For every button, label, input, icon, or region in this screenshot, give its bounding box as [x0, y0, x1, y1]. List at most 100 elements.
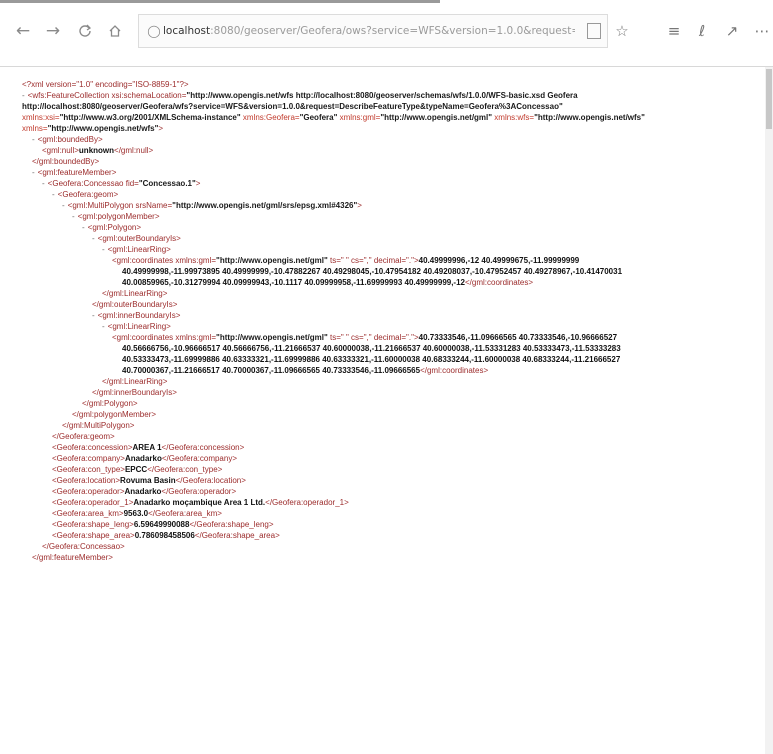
xml-line: <gml:coordinates xmlns:gml="http://www.o…	[22, 332, 752, 343]
collapse-toggle[interactable]: -	[62, 201, 65, 210]
favorites-bar-icon[interactable]: ≡	[664, 20, 684, 42]
xml-tag: >	[195, 179, 201, 188]
xml-tag: xmlns:wfs=	[492, 113, 535, 122]
xml-line: - <gml:featureMember>	[22, 167, 752, 178]
xml-text-value: 40.56666756,-10.96666517 40.56666756,-11…	[122, 344, 621, 353]
back-icon[interactable]: ←	[12, 20, 34, 42]
xml-line: - <gml:boundedBy>	[22, 134, 752, 145]
xml-text-value: 40.53333473,-11.69999886 40.63333321,-11…	[122, 355, 621, 364]
xml-line: - <Geofera:geom>	[22, 189, 752, 200]
xml-tag: <gml:LinearRing>	[107, 245, 171, 254]
xml-tag: <Geofera:shape_area>	[52, 531, 135, 540]
xml-attribute-value: "http://www.opengis.net/gml/srs/epsg.xml…	[172, 201, 358, 210]
xml-text-value: 40.70000367,-11.21666517 40.70000367,-11…	[122, 366, 421, 375]
tab-strip-edge	[0, 0, 440, 3]
collapse-toggle[interactable]: -	[22, 91, 25, 100]
xml-tag: xmlns:gml=	[337, 113, 381, 122]
collapse-toggle[interactable]: -	[32, 168, 35, 177]
collapse-toggle[interactable]: -	[42, 179, 45, 188]
xml-tag: <gml:outerBoundaryIs>	[97, 234, 181, 243]
xml-line: </gml:Polygon>	[22, 398, 752, 409]
xml-tag: </gml:polygonMember>	[72, 410, 157, 419]
xml-line: - <gml:Polygon>	[22, 222, 752, 233]
xml-tag: <Geofera:con_type>	[52, 465, 125, 474]
xml-tag: ts=" " cs="," decimal=".">	[327, 333, 419, 342]
more-icon[interactable]: ⋯	[752, 20, 772, 42]
url-text: localhost:8080/geoserver/Geofera/ows?ser…	[163, 25, 575, 37]
favorite-icon[interactable]: ☆	[612, 20, 632, 42]
share-icon[interactable]: ↗	[722, 20, 742, 42]
address-bar[interactable]: ◯ localhost:8080/geoserver/Geofera/ows?s…	[138, 14, 608, 48]
xml-tag: </gml:boundedBy>	[32, 157, 100, 166]
xml-tag: </Geofera:operador_1>	[265, 498, 349, 507]
xml-line: 40.70000367,-11.21666517 40.70000367,-11…	[22, 365, 752, 376]
xml-tag: <gml:null>	[42, 146, 79, 155]
xml-attribute-value: "http://www.opengis.net/gml"	[216, 333, 328, 342]
xml-tag: </gml:featureMember>	[32, 553, 113, 562]
xml-line: <Geofera:operador>Anadarko</Geofera:oper…	[22, 486, 752, 497]
refresh-icon[interactable]	[74, 20, 96, 42]
xml-text-value: 40.49999998,-11.99973895 40.49999999,-10…	[122, 267, 623, 276]
collapse-toggle[interactable]: -	[82, 223, 85, 232]
xml-tag: </gml:Polygon>	[82, 399, 138, 408]
xml-line: </gml:boundedBy>	[22, 156, 752, 167]
reading-view-icon[interactable]	[587, 23, 601, 39]
xml-tag: </gml:innerBoundaryIs>	[92, 388, 177, 397]
xml-tag: </gml:LinearRing>	[102, 289, 168, 298]
xml-line: <Geofera:shape_leng>6.59649990088</Geofe…	[22, 519, 752, 530]
xml-attribute-value: "http://www.opengis.net/wfs"	[47, 124, 159, 133]
xml-line: <Geofera:operador_1>Anadarko moçambique …	[22, 497, 752, 508]
xml-line: 40.49999998,-11.99973895 40.49999999,-10…	[22, 266, 752, 277]
pen-icon[interactable]: ℓ	[692, 20, 712, 42]
xml-attribute-value: "http://www.opengis.net/gml"	[380, 113, 493, 122]
collapse-toggle[interactable]: -	[92, 234, 95, 243]
xml-text-value: 0.786098458506	[134, 531, 195, 540]
xml-tag: xmlns=	[22, 124, 48, 133]
xml-text-value: 40.49999996,-12 40.49999675,-11.99999999	[418, 256, 580, 265]
xml-tag: <gml:featureMember>	[37, 168, 117, 177]
xml-tag: <Geofera:location>	[52, 476, 121, 485]
xml-text-value: Anadarko moçambique Area 1 Ltd.	[133, 498, 266, 507]
scrollbar[interactable]	[765, 67, 773, 754]
xml-tag: </Geofera:con_type>	[147, 465, 223, 474]
xml-attribute-value: "http://www.opengis.net/wfs"	[534, 113, 645, 122]
xml-line: - <gml:innerBoundaryIs>	[22, 310, 752, 321]
xml-line: xmlns:xsi="http://www.w3.org/2001/XMLSch…	[22, 112, 752, 123]
xml-tag: <Geofera:Concessao fid=	[47, 179, 139, 188]
home-icon[interactable]	[104, 20, 126, 42]
xml-tag: <wfs:FeatureCollection xsi:schemaLocatio…	[27, 91, 187, 100]
collapse-toggle[interactable]: -	[52, 190, 55, 199]
xml-tag: <gml:boundedBy>	[37, 135, 103, 144]
xml-attribute-value: http://localhost:8080/geoserver/Geofera/…	[22, 102, 563, 111]
xml-tag: <gml:MultiPolygon srsName=	[67, 201, 173, 210]
collapse-toggle[interactable]: -	[32, 135, 35, 144]
xml-tag: <Geofera:concession>	[52, 443, 133, 452]
xml-tag: </Geofera:Concessao>	[42, 542, 125, 551]
xml-tag: <gml:LinearRing>	[107, 322, 171, 331]
xml-line: - <gml:outerBoundaryIs>	[22, 233, 752, 244]
xml-text-value: Rovuma Basin	[120, 476, 176, 485]
xml-tag: </Geofera:shape_leng>	[189, 520, 274, 529]
lock-icon: ◯	[147, 24, 161, 38]
xml-tag: </Geofera:location>	[175, 476, 246, 485]
xml-text-value: 40.00859965,-10.31279994 40.09999943,-10…	[122, 278, 465, 287]
xml-viewer: <?xml version="1.0" encoding="ISO-8859-1…	[0, 67, 773, 754]
collapse-toggle[interactable]: -	[102, 322, 105, 331]
xml-tag: </gml:LinearRing>	[102, 377, 168, 386]
xml-line: - <gml:MultiPolygon srsName="http://www.o…	[22, 200, 752, 211]
forward-icon[interactable]: →	[42, 20, 64, 42]
collapse-toggle[interactable]: -	[92, 311, 95, 320]
xml-tag: <gml:coordinates xmlns:gml=	[112, 256, 217, 265]
xml-tag: <Geofera:operador_1>	[52, 498, 134, 507]
scrollbar-thumb[interactable]	[766, 69, 772, 129]
xml-attribute-value: "http://www.opengis.net/wfs http://local…	[186, 91, 578, 100]
collapse-toggle[interactable]: -	[102, 245, 105, 254]
xml-tag: </Geofera:operador>	[161, 487, 237, 496]
xml-line: - <gml:LinearRing>	[22, 244, 752, 255]
xml-tag: <gml:polygonMember>	[77, 212, 160, 221]
xml-line: </gml:polygonMember>	[22, 409, 752, 420]
xml-tag: xmlns:xsi=	[22, 113, 60, 122]
collapse-toggle[interactable]: -	[72, 212, 75, 221]
xml-tag: <?xml version="1.0" encoding="ISO-8859-1…	[22, 80, 189, 89]
xml-line: <Geofera:concession>AREA 1</Geofera:conc…	[22, 442, 752, 453]
